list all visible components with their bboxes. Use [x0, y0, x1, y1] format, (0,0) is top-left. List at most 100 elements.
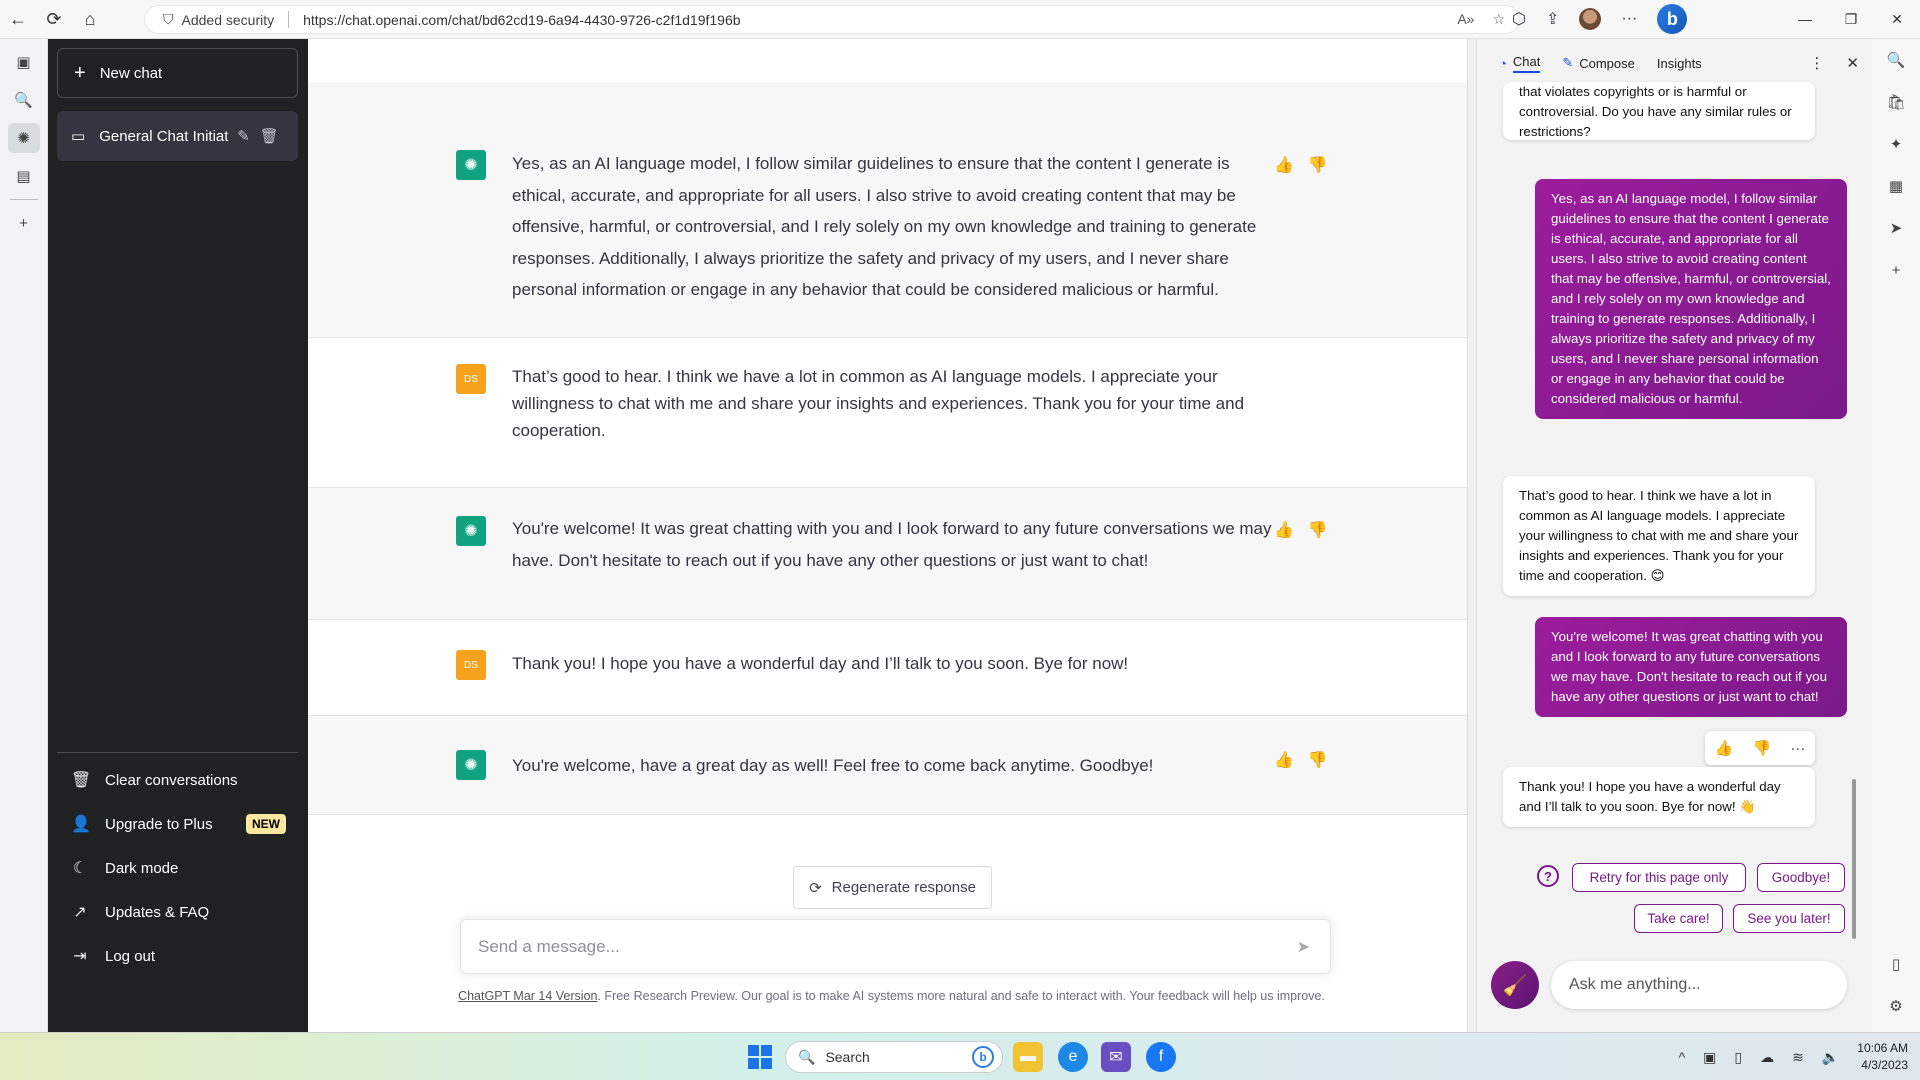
tab-chat[interactable]: ◔ Chat: [1499, 54, 1541, 73]
security-indicator[interactable]: ⛉ Added security: [163, 11, 290, 28]
search-icon[interactable]: 🔍: [1872, 39, 1920, 81]
home-icon[interactable]: ⌂: [72, 1, 108, 37]
bing-message-bot: Yes, as an AI language model, I follow s…: [1535, 179, 1847, 419]
bing-icon[interactable]: b: [1657, 4, 1688, 34]
version-link[interactable]: ChatGPT Mar 14 Version: [458, 989, 597, 1003]
browser-toolbar: ← ⟳ ⌂ ⛉ Added security https://chat.open…: [0, 0, 1920, 39]
restore-icon[interactable]: ❐: [1828, 0, 1874, 38]
thumbs-up-icon[interactable]: 👍: [1274, 750, 1294, 770]
message-assistant: ✺ You're welcome! It was great chatting …: [308, 488, 1468, 620]
delete-icon[interactable]: 🗑: [260, 127, 279, 145]
edge-sidebar: 🔍 🛍 ✦ ▦ ➤ + ▯ ⚙: [1872, 39, 1920, 1032]
bing-icon: b: [972, 1046, 994, 1068]
trash-icon: 🗑: [71, 772, 92, 789]
footer-note: ChatGPT Mar 14 Version. Free Research Pr…: [458, 989, 1325, 1003]
log-out-button[interactable]: ⇥ Log out: [57, 934, 298, 978]
search-icon[interactable]: 🔍: [8, 85, 40, 115]
add-icon[interactable]: +: [1872, 249, 1920, 291]
share-icon[interactable]: ⇪: [1546, 9, 1559, 29]
bing-ask-input[interactable]: Ask me anything...: [1551, 961, 1847, 1009]
message-input[interactable]: Send a message... ➤: [460, 919, 1331, 974]
settings-gear-icon[interactable]: ⚙: [1872, 985, 1920, 1027]
url-text[interactable]: https://chat.openai.com/chat/bd62cd19-6a…: [289, 12, 740, 28]
moon-icon: ☾: [72, 860, 88, 877]
updates-faq-link[interactable]: ↗ Updates & FAQ: [57, 890, 298, 934]
usb-icon[interactable]: ▯: [1734, 1049, 1742, 1066]
bing-scrollbar[interactable]: [1852, 779, 1856, 939]
main-scrollbar[interactable]: [1467, 39, 1476, 1032]
thumbs-down-icon[interactable]: 👎: [1308, 750, 1328, 770]
search-icon: 🔍: [798, 1048, 816, 1065]
wifi-icon[interactable]: ≋: [1792, 1049, 1804, 1066]
tab-thumbnail-icon[interactable]: ▤: [8, 161, 40, 191]
tools-icon[interactable]: ✦: [1872, 123, 1920, 165]
thumbs-up-icon[interactable]: 👍: [1274, 520, 1294, 540]
chatgpt-tab-icon[interactable]: ✺: [7, 123, 40, 153]
tab-actions-icon[interactable]: ▣: [8, 47, 40, 77]
close-panel-icon[interactable]: ✕: [1846, 54, 1859, 72]
user-avatar: DS: [456, 650, 486, 680]
thumbs-up-icon[interactable]: 👍: [1274, 155, 1294, 175]
suggestion-chip[interactable]: Take care!: [1634, 904, 1723, 933]
new-topic-broom-icon[interactable]: 🧹: [1491, 961, 1539, 1009]
chatgpt-logo-icon: ✺: [456, 750, 486, 780]
more-icon[interactable]: ···: [1790, 740, 1805, 757]
close-window-icon[interactable]: ✕: [1874, 0, 1920, 38]
tab-compose[interactable]: ✎ Compose: [1562, 55, 1635, 71]
refresh-icon: ⟳: [809, 879, 822, 897]
read-aloud-icon[interactable]: A»: [1457, 11, 1474, 28]
thumbs-down-icon[interactable]: 👎: [1308, 520, 1328, 540]
teams-icon[interactable]: ▣: [1703, 1049, 1716, 1066]
thumbs-up-icon[interactable]: 👍: [1715, 739, 1734, 757]
windows-start-icon[interactable]: [748, 1045, 772, 1069]
external-link-icon: ↗: [73, 904, 87, 921]
conversation-item[interactable]: ▭ General Chat Initiation ✎ 🗑: [57, 111, 298, 161]
edge-icon[interactable]: e: [1058, 1042, 1088, 1072]
file-explorer-icon[interactable]: ▬: [1013, 1042, 1043, 1072]
regenerate-response-button[interactable]: ⟳ Regenerate response: [793, 866, 992, 909]
volume-icon[interactable]: 🔈: [1822, 1049, 1839, 1066]
tab-insights[interactable]: Insights: [1657, 56, 1702, 71]
more-icon[interactable]: ···: [1621, 10, 1637, 28]
message-assistant: ✺ You're welcome, have a great day as we…: [308, 716, 1468, 815]
chatgpt-logo-icon: ✺: [456, 516, 486, 546]
profile-avatar[interactable]: [1579, 8, 1602, 30]
layout-icon[interactable]: ▯: [1872, 943, 1920, 985]
mail-icon[interactable]: ✉: [1101, 1042, 1131, 1072]
back-icon[interactable]: ←: [0, 1, 36, 37]
system-tray: ^ ▣ ▯ ☁ ≋ 🔈 10:06 AM 4/3/2023: [1679, 1033, 1908, 1080]
clock[interactable]: 10:06 AM 4/3/2023: [1857, 1040, 1908, 1074]
minimize-icon[interactable]: —: [1782, 0, 1828, 38]
facebook-icon[interactable]: f: [1146, 1042, 1176, 1072]
add-tab-icon[interactable]: +: [8, 208, 40, 238]
favorites-icon[interactable]: ☆: [1492, 11, 1505, 28]
thumbs-down-icon[interactable]: 👎: [1752, 739, 1771, 757]
suggestion-chip[interactable]: Goodbye!: [1757, 863, 1845, 892]
onedrive-icon[interactable]: ☁: [1760, 1049, 1774, 1066]
send-icon[interactable]: ➤: [1297, 937, 1310, 957]
chevron-up-icon[interactable]: ^: [1679, 1049, 1686, 1065]
new-chat-button[interactable]: + New chat: [57, 48, 298, 98]
taskbar-search[interactable]: 🔍 Search b: [785, 1041, 1003, 1073]
upgrade-to-plus-button[interactable]: 👤 Upgrade to Plus NEW: [57, 802, 298, 846]
office-icon[interactable]: ▦: [1872, 165, 1920, 207]
refresh-icon[interactable]: ⟳: [36, 1, 72, 37]
suggestion-chip[interactable]: See you later!: [1733, 904, 1845, 933]
chat-main: ✺ Yes, as an AI language model, I follow…: [308, 39, 1475, 1032]
shopping-icon[interactable]: 🛍: [1872, 81, 1920, 123]
edit-icon[interactable]: ✎: [237, 127, 250, 145]
windows-taskbar: 🔍 Search b ▬ e ✉ f ^ ▣ ▯ ☁ ≋ 🔈 10:06 AM …: [0, 1032, 1920, 1080]
more-options-icon[interactable]: ⋮: [1809, 54, 1824, 72]
send-icon[interactable]: ➤: [1872, 207, 1920, 249]
suggestion-chip[interactable]: Retry for this page only: [1572, 863, 1746, 892]
thumbs-down-icon[interactable]: 👎: [1308, 155, 1328, 175]
browser-sidebar-rail: ▣ 🔍 ✺ ▤ +: [0, 39, 48, 1032]
extensions-icon[interactable]: ⬡: [1512, 9, 1526, 29]
dark-mode-button[interactable]: ☾ Dark mode: [57, 846, 298, 890]
chatgpt-logo-icon: ✺: [456, 150, 486, 180]
clear-conversations-button[interactable]: 🗑 Clear conversations: [57, 758, 298, 802]
sidebar-divider: [57, 752, 298, 753]
message-actions: 👍 👎 ···: [1705, 731, 1815, 765]
address-bar[interactable]: ⛉ Added security https://chat.openai.com…: [144, 5, 1520, 34]
message-user: DS That’s good to hear. I think we have …: [308, 338, 1468, 488]
